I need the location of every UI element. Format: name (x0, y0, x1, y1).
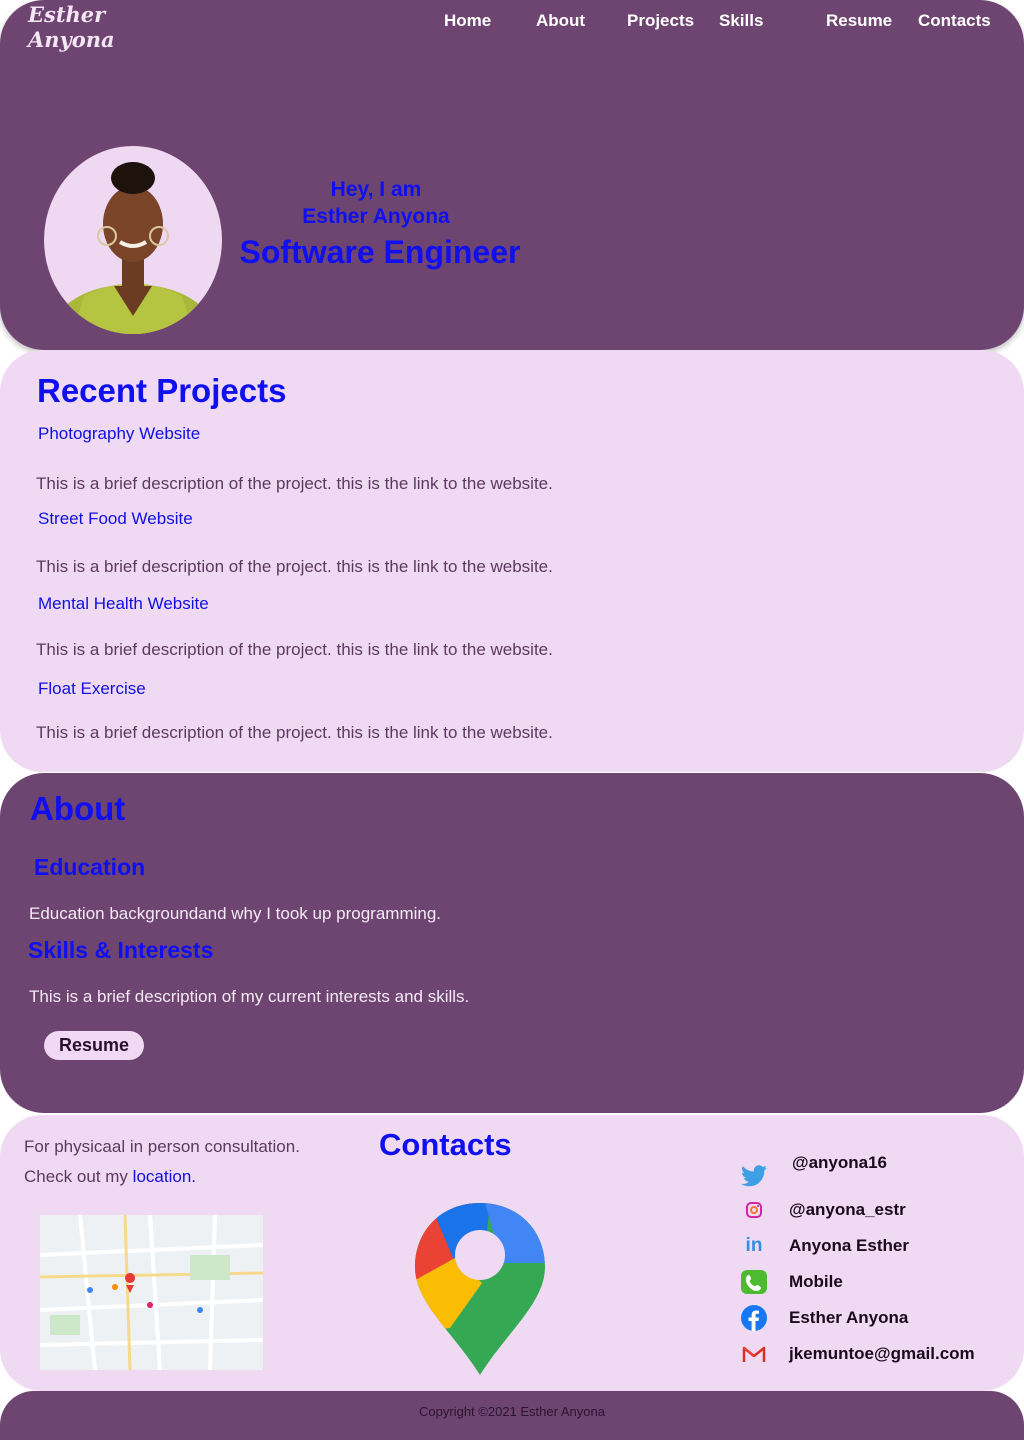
social-label: Anyona Esther (789, 1236, 909, 1255)
profile-photo (44, 146, 222, 334)
project-description: This is a brief description of the proje… (36, 723, 553, 742)
education-heading: Education (34, 854, 146, 880)
nav-resume[interactable]: Resume (826, 11, 892, 31)
hero-name: Esther Anyona (302, 205, 450, 228)
instagram-icon (740, 1196, 768, 1224)
google-maps-pin-icon[interactable] (410, 1203, 550, 1375)
project-title[interactable]: Mental Health Website (38, 594, 209, 614)
education-text: Education backgroundand why I took up pr… (29, 904, 442, 923)
phone-contact[interactable]: Mobile (740, 1267, 843, 1297)
facebook-icon (740, 1304, 768, 1332)
about-section: About Education Education backgroundand … (0, 773, 1024, 1113)
twitter-icon (740, 1162, 768, 1190)
project-title[interactable]: Street Food Website (38, 509, 193, 529)
social-label: Mobile (789, 1272, 843, 1291)
linkedin-icon: in (745, 1235, 763, 1256)
about-heading: About (30, 790, 126, 827)
footer: Copyright ©2021 Esther Anyona (0, 1391, 1024, 1440)
social-label: jkemuntoe@gmail.com (789, 1344, 975, 1363)
location-prefix: Check out my (24, 1167, 128, 1186)
project-title[interactable]: Photography Website (38, 424, 200, 444)
contacts-section: For physicaal in person consultation. Ch… (0, 1115, 1024, 1391)
nav-about[interactable]: About (536, 11, 585, 31)
social-label: @anyona_estr (789, 1200, 906, 1219)
facebook-contact[interactable]: Esther Anyona (740, 1303, 908, 1333)
map-thumbnail[interactable] (40, 1215, 263, 1370)
hero-role: Software Engineer (239, 234, 521, 270)
project-title[interactable]: Float Exercise (38, 679, 146, 699)
social-label: Esther Anyona (789, 1308, 909, 1327)
location-link[interactable]: location. (133, 1167, 196, 1186)
nav-contacts[interactable]: Contacts (918, 11, 991, 31)
instagram-contact[interactable]: @anyona_estr (740, 1195, 906, 1225)
project-description: This is a brief description of the proje… (36, 557, 553, 576)
logo-line-2: Anyona (28, 27, 115, 52)
nav-projects[interactable]: Projects (627, 11, 694, 31)
project-description: This is a brief description of the proje… (36, 640, 553, 659)
consultation-text: For physicaal in person consultation. (24, 1137, 300, 1156)
hero-greeting: Hey, I am (330, 178, 422, 201)
nav-skills[interactable]: Skills (719, 11, 763, 31)
projects-heading: Recent Projects (37, 372, 287, 409)
project-description: This is a brief description of the proje… (36, 474, 553, 493)
nav-home[interactable]: Home (444, 11, 491, 31)
skills-heading: Skills & Interests (28, 937, 214, 963)
gmail-icon (740, 1340, 768, 1368)
social-label: @anyona16 (792, 1153, 888, 1172)
linkedin-contact[interactable]: in Anyona Esther (740, 1231, 909, 1261)
gmail-contact[interactable]: jkemuntoe@gmail.com (740, 1339, 975, 1369)
phone-icon (740, 1268, 768, 1296)
location-line: Check out my location. (24, 1167, 196, 1187)
contacts-heading: Contacts (379, 1127, 512, 1162)
resume-button[interactable]: Resume (44, 1031, 144, 1060)
hero-section: Esther Anyona Home About Projects Skills… (0, 0, 1024, 350)
logo-line-1: Esther (28, 2, 106, 27)
skills-text: This is a brief description of my curren… (29, 987, 470, 1006)
twitter-contact[interactable]: @anyona16 (740, 1153, 887, 1191)
site-logo[interactable]: Esther Anyona (28, 2, 115, 52)
projects-section: Recent Projects Photography Website This… (0, 350, 1024, 772)
copyright-text: Copyright ©2021 Esther Anyona (419, 1404, 605, 1419)
